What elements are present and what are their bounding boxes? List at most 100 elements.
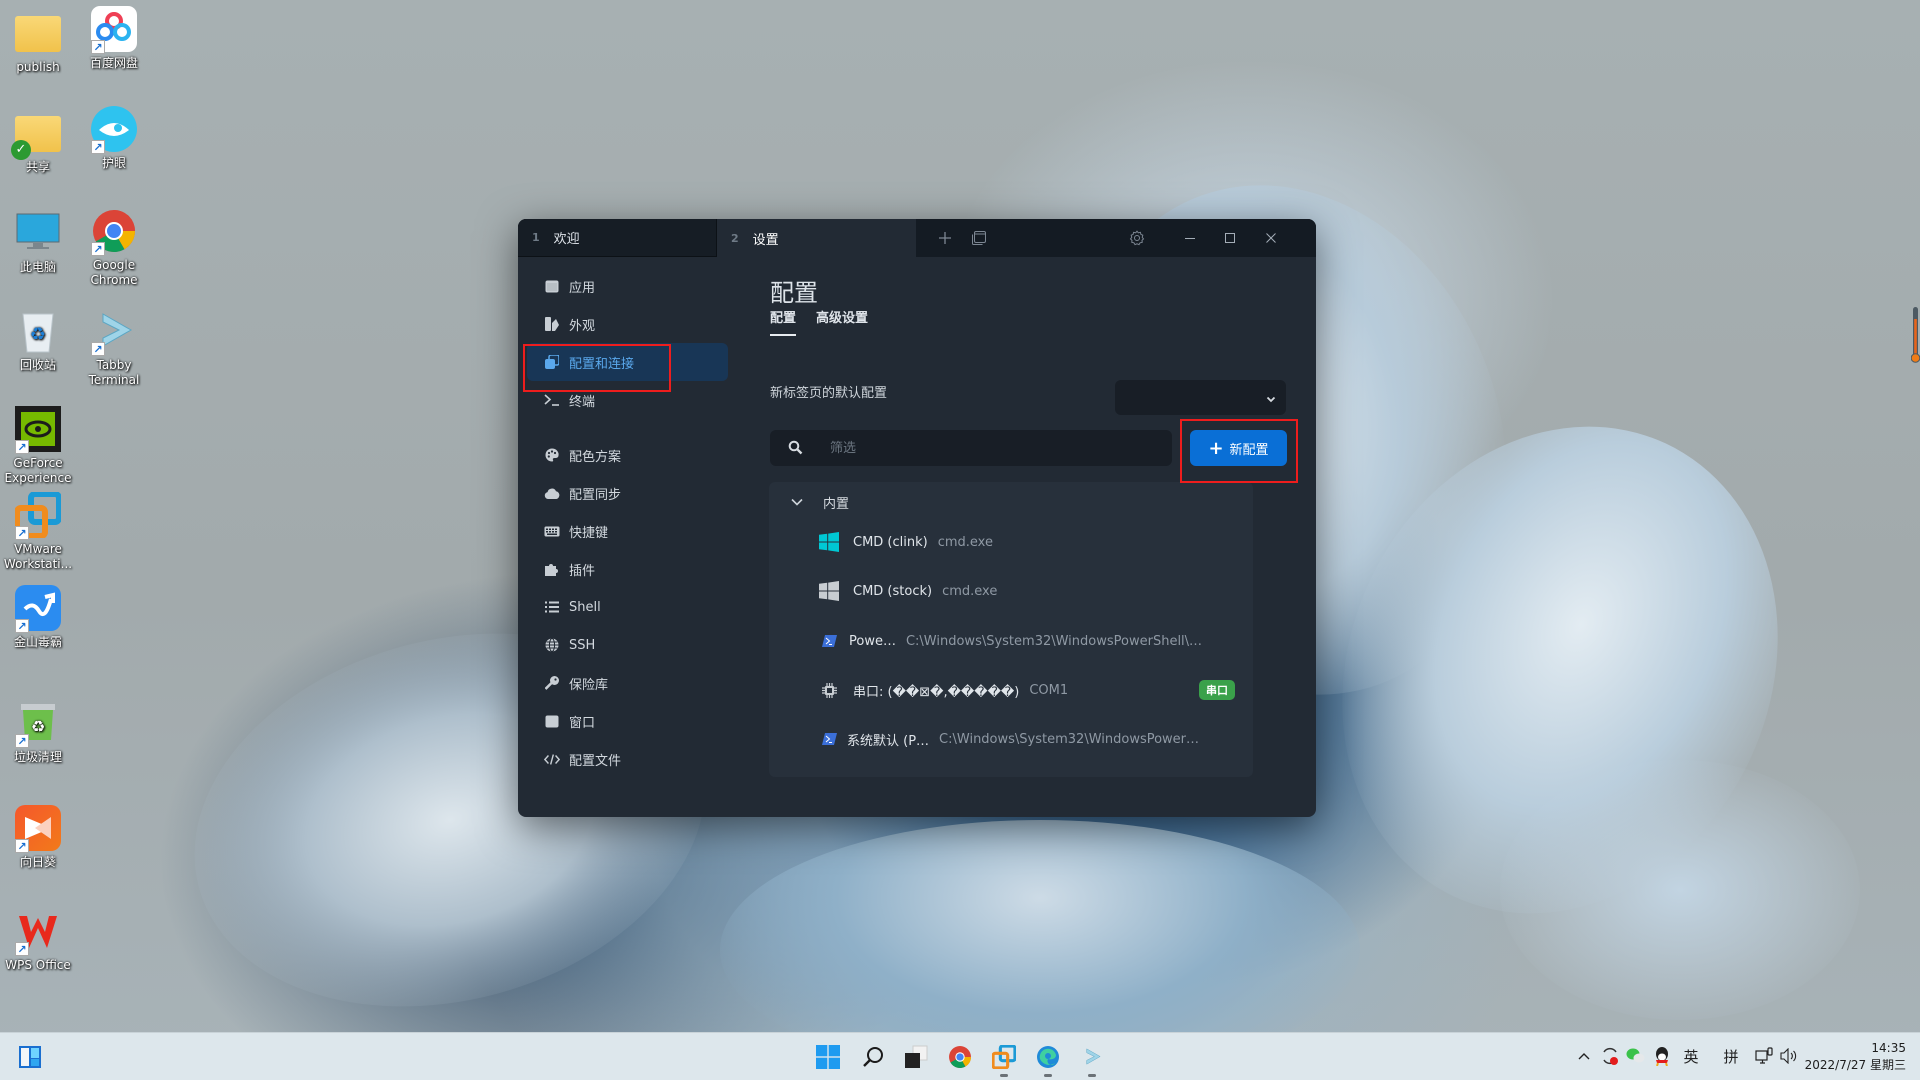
start-icon: [816, 1045, 840, 1069]
desktop-icon-this-pc[interactable]: 此电脑: [0, 210, 76, 275]
taskbar-tabby[interactable]: [1074, 1041, 1110, 1077]
desktop-icon-baidu[interactable]: ↗ 百度网盘: [76, 6, 152, 71]
desktop-icon-wps[interactable]: ↗ WPS Office: [0, 908, 76, 973]
minimize-button[interactable]: [1175, 219, 1205, 257]
folder-icon: [15, 16, 61, 52]
globe-icon: [544, 637, 560, 653]
show-hidden-icons-button[interactable]: [1575, 1043, 1593, 1069]
settings-main: 配置 配置 高级设置 新标签页的默认配置 + 新配置 内置 CMD (clink…: [768, 257, 1316, 817]
taskbar-search-button[interactable]: [855, 1041, 891, 1073]
search-icon: [863, 1047, 883, 1067]
subtab-advanced[interactable]: 高级设置: [816, 307, 868, 326]
task-view-button[interactable]: [898, 1041, 934, 1073]
shared-folder-icon: ✓: [11, 116, 61, 160]
thermometer-gadget[interactable]: [1910, 307, 1920, 365]
new-tab-button[interactable]: [930, 219, 960, 257]
desktop-icon-eyecare[interactable]: ↗ 护眼: [76, 106, 152, 171]
chevron-up-icon: [1578, 1053, 1590, 1060]
key-icon: [544, 675, 560, 691]
default-profile-label: 新标签页的默认配置: [770, 386, 888, 401]
sidebar-item-shell[interactable]: Shell: [527, 588, 728, 626]
cloud-icon: [544, 485, 560, 501]
widgets-button[interactable]: [12, 1041, 48, 1073]
running-indicator: [1044, 1074, 1052, 1077]
profile-row[interactable]: 串口: (��⊠�,�����) COM1 串口: [769, 670, 1253, 710]
cleanup-icon: ♻ ↗: [15, 700, 61, 748]
tab-welcome[interactable]: 1 欢迎: [518, 219, 717, 257]
taskbar-clock[interactable]: 14:35 2022/7/27 星期三: [1805, 1040, 1906, 1074]
filter-input[interactable]: [830, 430, 1160, 466]
sidebar-item-ssh[interactable]: SSH: [527, 626, 728, 664]
close-icon: [1266, 233, 1276, 243]
sidebar-item-plugins[interactable]: 插件: [527, 550, 728, 588]
shortcut-arrow-icon: ↗: [15, 440, 29, 454]
volume-icon: [1780, 1048, 1797, 1064]
settings-button[interactable]: [1122, 219, 1152, 257]
taskbar-vmware[interactable]: [986, 1041, 1022, 1077]
desktop-icon-recycle-bin[interactable]: ♻ 回收站: [0, 308, 76, 373]
search-icon: [788, 440, 803, 459]
wallpaper-petal: [1264, 354, 1856, 986]
tray-volume[interactable]: [1776, 1043, 1802, 1069]
profile-row[interactable]: Powe… C:\Windows\System32\WindowsPowerSh…: [769, 621, 1253, 661]
desktop-icon-cleanup[interactable]: ♻ ↗ 垃圾清理: [0, 700, 76, 765]
profile-row[interactable]: CMD (stock) cmd.exe: [769, 571, 1253, 611]
new-profile-button[interactable]: + 新配置: [1190, 430, 1287, 466]
start-button[interactable]: [810, 1041, 846, 1073]
powershell-icon: [819, 729, 839, 749]
desktop-icon-geforce[interactable]: ↗ GeForce Experience: [0, 406, 76, 486]
taskbar-edge[interactable]: [1030, 1041, 1066, 1077]
sidebar-item-color-scheme[interactable]: 配色方案: [527, 436, 728, 474]
widgets-icon: [19, 1046, 41, 1068]
sidebar-item-config-file[interactable]: 配置文件: [527, 740, 728, 778]
desktop-icon-chrome[interactable]: ↗ Google Chrome: [76, 208, 152, 288]
profiles-menu-button[interactable]: [964, 219, 994, 257]
wallpaper-petal: [1500, 760, 1860, 1020]
desktop-icon-shared[interactable]: ✓ 共享: [0, 110, 76, 175]
vmware-icon: [992, 1045, 1016, 1069]
shortcut-arrow-icon: ↗: [15, 942, 29, 956]
profile-row[interactable]: CMD (clink) cmd.exe: [769, 522, 1253, 562]
profile-row[interactable]: 系统默认 (P… C:\Windows\System32\WindowsPowe…: [769, 719, 1253, 759]
shortcut-arrow-icon: ↗: [91, 242, 105, 256]
sidebar-item-terminal[interactable]: 终端: [527, 381, 728, 419]
desktop-icon-kingsoft[interactable]: ↗ 金山毒霸: [0, 585, 76, 650]
group-header-builtin[interactable]: 内置: [769, 482, 1253, 522]
tray-sync[interactable]: [1598, 1043, 1622, 1069]
maximize-button[interactable]: [1215, 219, 1245, 257]
window-stack-icon: [972, 231, 986, 245]
shortcut-arrow-icon: ↗: [91, 342, 105, 356]
ime-language-toggle[interactable]: 英: [1676, 1043, 1706, 1069]
task-view-icon: [905, 1045, 928, 1068]
svg-text:♻: ♻: [31, 717, 45, 736]
taskbar-chrome[interactable]: [942, 1041, 978, 1073]
windows-icon: [819, 581, 839, 601]
check-icon: ✓: [11, 140, 31, 160]
desktop-icon-tabby[interactable]: ↗ Tabby Terminal: [76, 308, 152, 388]
ime-mode-toggle[interactable]: 拼: [1716, 1043, 1746, 1069]
tray-qq[interactable]: [1650, 1043, 1674, 1069]
sunlogin-icon: ↗: [15, 805, 61, 853]
close-button[interactable]: [1256, 219, 1286, 257]
sidebar-item-profiles[interactable]: 配置和连接: [527, 343, 728, 381]
keyboard-icon: [544, 523, 560, 539]
sidebar-item-hotkeys[interactable]: 快捷键: [527, 512, 728, 550]
tray-wechat[interactable]: [1624, 1043, 1648, 1069]
window-icon: [544, 278, 560, 294]
desktop-icon-vmware[interactable]: ↗ VMware Workstati...: [0, 491, 76, 572]
tab-settings[interactable]: 2 设置: [717, 219, 916, 257]
sidebar-item-application[interactable]: 应用: [527, 267, 728, 305]
sidebar-item-config-sync[interactable]: 配置同步: [527, 474, 728, 512]
chrome-icon: ↗: [91, 208, 137, 256]
shortcut-arrow-icon: ↗: [15, 734, 29, 748]
desktop-icon-sunlogin[interactable]: ↗ 向日葵: [0, 805, 76, 870]
tabby-window: 1 欢迎 2 设置 应用 外观 配置和连接 终端 配色方案 配置同步 快捷键 插…: [518, 219, 1316, 817]
subtab-profiles[interactable]: 配置: [770, 307, 797, 336]
sidebar-item-vault[interactable]: 保险库: [527, 664, 728, 702]
sidebar-item-appearance[interactable]: 外观: [527, 305, 728, 343]
serial-badge: 串口: [1199, 680, 1235, 700]
default-profile-select[interactable]: [1115, 380, 1286, 415]
desktop-icon-publish[interactable]: publish: [0, 10, 76, 75]
tray-network[interactable]: [1752, 1043, 1776, 1069]
sidebar-item-window[interactable]: 窗口: [527, 702, 728, 740]
